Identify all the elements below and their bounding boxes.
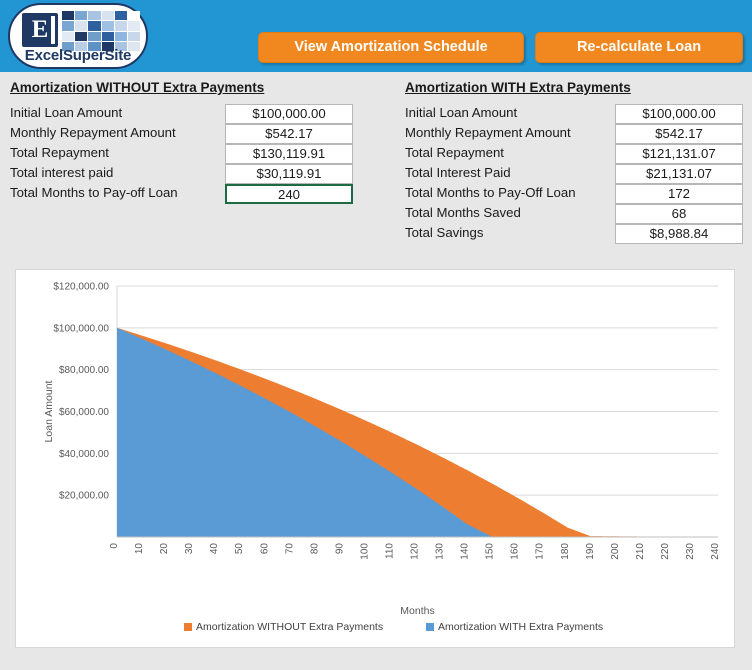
chart-x-tick-label: 40 (209, 543, 220, 555)
summary-row: Total Repayment $130,119.91 (10, 144, 360, 164)
chart-x-tick-label: 200 (610, 543, 621, 560)
summary-row-label: Initial Loan Amount (405, 105, 518, 120)
chart-x-tick-label: 130 (435, 543, 446, 560)
summary-row-label: Total Savings (405, 225, 484, 240)
summary-row: Initial Loan Amount $100,000.00 (405, 104, 745, 124)
chart-x-tick-label: 160 (510, 543, 521, 560)
chart-y-axis-title: Loan Amount (43, 380, 55, 442)
summary-row-value[interactable]: 68 (615, 204, 743, 224)
summary-row-value[interactable]: 172 (615, 184, 743, 204)
chart-x-tick-label: 170 (535, 543, 546, 560)
chart-x-tick-label: 150 (485, 543, 496, 560)
summary-row-value[interactable]: $8,988.84 (615, 224, 743, 244)
summary-row: Monthly Repayment Amount $542.17 (10, 124, 360, 144)
summary-rows-with: Initial Loan Amount $100,000.00 Monthly Re… (405, 104, 745, 244)
chart-legend-label: Amortization WITHOUT Extra Payments (196, 621, 383, 633)
chart-legend-swatch (184, 623, 192, 631)
chart-x-tick-label: 70 (284, 543, 295, 555)
summary-row: Monthly Repayment Amount $542.17 (405, 124, 745, 144)
chart-x-tick-label: 240 (710, 543, 721, 560)
chart-x-tick-label: 10 (134, 543, 145, 555)
chart-legend-swatch (426, 623, 434, 631)
chart-y-tick-label: $60,000.00 (59, 407, 109, 418)
chart-y-tick-label: $120,000.00 (53, 282, 109, 293)
panel-title-without: Amortization WITHOUT Extra Payments (10, 80, 265, 95)
summary-row: Total Repayment $121,131.07 (405, 144, 745, 164)
panel-title-with: Amortization WITH Extra Payments (405, 80, 631, 95)
summary-row: Total interest paid $30,119.91 (10, 164, 360, 184)
chart-x-tick-label: 230 (685, 543, 696, 560)
summary-row-label: Total Repayment (405, 145, 504, 160)
chart-x-tick-label: 190 (585, 543, 596, 560)
summary-row: Total Months Saved 68 (405, 204, 745, 224)
excel-letter-icon: E (22, 13, 58, 47)
summary-row-value[interactable]: $542.17 (225, 124, 353, 144)
chart-y-tick-label: $80,000.00 (59, 365, 109, 376)
summary-row-label: Total Months Saved (405, 205, 521, 220)
chart-x-tick-label: 80 (309, 543, 320, 555)
summary-row: Total Interest Paid $21,131.07 (405, 164, 745, 184)
summary-row: Total Months to Pay-Off Loan 172 (405, 184, 745, 204)
summary-row-value[interactable]: $30,119.91 (225, 164, 353, 184)
chart-y-tick-label: $20,000.00 (59, 491, 109, 502)
recalculate-loan-button[interactable]: Re-calculate Loan (535, 32, 743, 63)
chart-x-tick-label: 60 (259, 543, 270, 555)
chart-x-axis-title: Months (400, 605, 434, 617)
amortization-chart-svg: $20,000.00 $40,000.00 $60,000.00 $80,000.00… (43, 282, 721, 634)
amortization-with-extra-payments-panel: Amortization WITH Extra Payments Initial… (405, 80, 745, 244)
chart-y-tick-label: $100,000.00 (53, 323, 109, 334)
logo: E ExcelSuperSite (8, 3, 148, 69)
summary-row-label: Initial Loan Amount (10, 105, 123, 120)
summary-row-value[interactable]: $542.17 (615, 124, 743, 144)
view-amortization-schedule-button[interactable]: View Amortization Schedule (258, 32, 524, 63)
chart-x-tick-label: 210 (635, 543, 646, 560)
summary-row-label: Total Interest Paid (405, 165, 511, 180)
chart-y-tick-label: $40,000.00 (59, 449, 109, 460)
chart-x-tick-label: 180 (560, 543, 571, 560)
chart-x-tick-label: 30 (184, 543, 195, 555)
logo-grid-icon (62, 11, 140, 51)
logo-text: ExcelSuperSite (24, 47, 132, 64)
logo-mark: E (22, 11, 140, 51)
summary-row: Total Months to Pay-off Loan 240 (10, 184, 360, 204)
chart-x-tick-label: 50 (234, 543, 245, 555)
chart-x-tick-label: 220 (660, 543, 671, 560)
amortization-without-extra-payments-panel: Amortization WITHOUT Extra Payments Init… (10, 80, 360, 204)
chart-x-tick-label: 20 (159, 543, 170, 555)
summary-row-label: Total Repayment (10, 145, 109, 160)
summary-row-value[interactable]: $100,000.00 (615, 104, 743, 124)
summary-row-value[interactable]: $121,131.07 (615, 144, 743, 164)
app-header: E ExcelSuperSite View Amortization Sched… (0, 0, 752, 72)
amortization-chart[interactable]: $20,000.00 $40,000.00 $60,000.00 $80,000.00… (15, 269, 735, 648)
summary-row: Total Savings $8,988.84 (405, 224, 745, 244)
chart-x-tick-label: 0 (109, 543, 120, 549)
chart-x-tick-label: 100 (359, 543, 370, 560)
summary-row-label: Total interest paid (10, 165, 114, 180)
summary-rows-without: Initial Loan Amount $100,000.00 Monthly Re… (10, 104, 360, 204)
chart-x-tick-label: 90 (334, 543, 345, 555)
summary-row-label: Total Months to Pay-Off Loan (405, 185, 576, 200)
summary-row-value[interactable]: $100,000.00 (225, 104, 353, 124)
chart-x-tick-label: 110 (384, 543, 395, 559)
summary-row-label: Total Months to Pay-off Loan (10, 185, 178, 200)
summary-row-value[interactable]: $21,131.07 (615, 164, 743, 184)
summary-row: Initial Loan Amount $100,000.00 (10, 104, 360, 124)
summary-row-label: Monthly Repayment Amount (10, 125, 176, 140)
chart-legend-label: Amortization WITH Extra Payments (438, 621, 603, 633)
summary-row-value-selected[interactable]: 240 (225, 184, 353, 204)
chart-x-tick-label: 140 (460, 543, 471, 560)
summary-row-label: Monthly Repayment Amount (405, 125, 571, 140)
summary-row-value[interactable]: $130,119.91 (225, 144, 353, 164)
chart-x-tick-label: 120 (410, 543, 421, 560)
